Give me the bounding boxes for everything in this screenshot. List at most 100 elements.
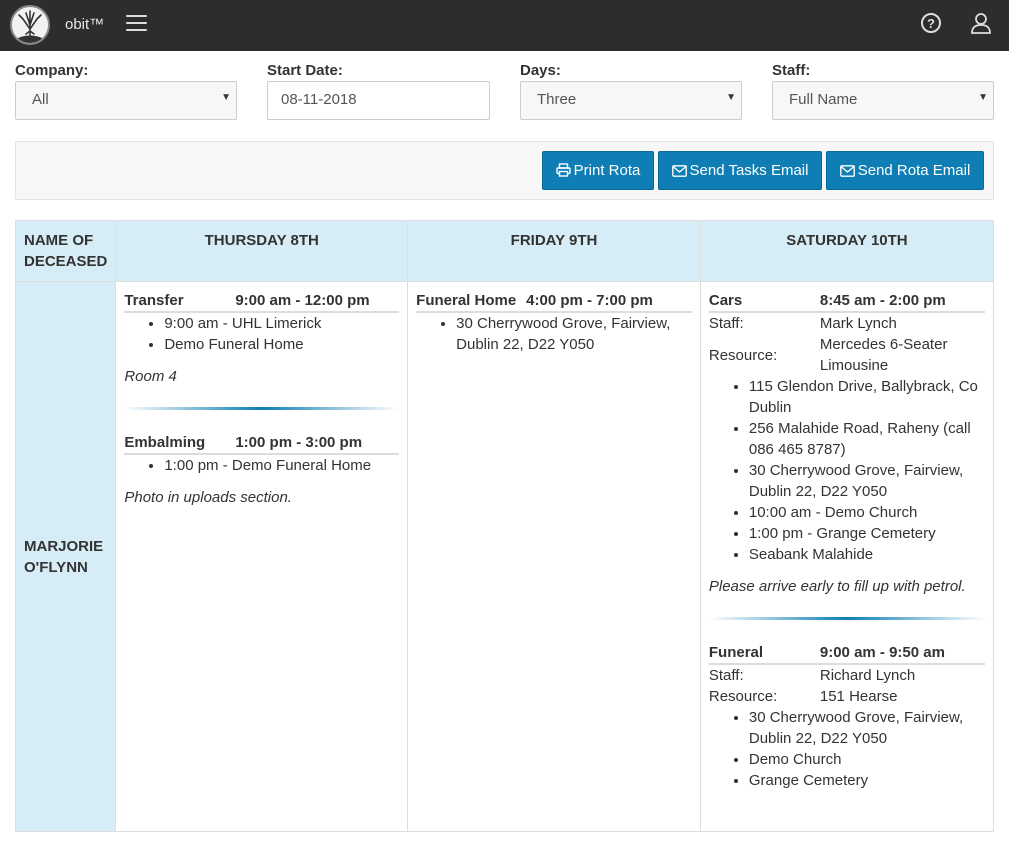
send-rota-email-label: Send Rota Email [857,162,971,179]
days-select[interactable]: Three ▼ [520,81,742,120]
staff-key: Staff: [708,315,744,332]
list-item: Grange Cemetery [749,770,985,791]
staff-value: Full Name [789,91,858,108]
list-item: 115 Glendon Drive, Ballybrack, Co Dublin [749,376,985,418]
user-icon[interactable] [970,12,992,34]
chevron-down-icon: ▼ [221,92,231,103]
days-filter: Days: Three ▼ [520,62,742,120]
task-block[interactable]: Funeral Home 4:00 pm - 7:00 pm 30 Cherry… [416,290,692,355]
staff-select[interactable]: Full Name ▼ [772,81,994,120]
list-item: 30 Cherrywood Grove, Fairview, Dublin 22… [456,313,692,355]
staff-row: Staff: Mark Lynch [709,313,985,334]
task-block[interactable]: Funeral 9:00 am - 9:50 am Staff: Richard… [708,642,985,791]
resource-key: Resource: [708,688,778,705]
staff-value: Richard Lynch [819,667,916,684]
start-date-input[interactable]: 08-11-2018 [267,81,490,120]
help-icon[interactable]: ? [920,12,942,34]
company-filter: Company: All ▼ [15,62,237,120]
list-item: 256 Malahide Road, Raheny (call 086 465 … [749,418,985,460]
top-navbar: obit™ ? [0,0,1009,51]
task-header: Transfer 9:00 am - 12:00 pm [124,290,400,313]
list-item: 1:00 pm - Demo Funeral Home [164,455,399,476]
resource-row: Resource: 151 Hearse [709,686,985,707]
list-item: Demo Church [749,749,985,770]
staff-value: Mark Lynch [819,315,897,332]
list-item: 30 Cherrywood Grove, Fairview, Dublin 22… [749,707,985,749]
task-time: 9:00 am - 12:00 pm [235,292,370,309]
svg-text:?: ? [927,16,935,31]
send-tasks-email-button[interactable]: Send Tasks Email [658,151,822,190]
task-note: Photo in uploads section. [124,489,292,506]
staff-key: Staff: [708,667,744,684]
stop-list: 9:00 am - UHL Limerick Demo Funeral Home [164,313,399,355]
staff-row: Staff: Richard Lynch [709,665,985,686]
stop-list: 115 Glendon Drive, Ballybrack, Co Dublin… [749,376,985,565]
column-header-name: NAME OF DECEASED [14,220,117,282]
task-block[interactable]: Cars 8:45 am - 2:00 pm Staff: Mark Lynch… [708,290,985,597]
start-date-value: 08-11-2018 [281,91,357,108]
task-name: Funeral Home [416,292,517,309]
days-label: Days: [520,62,561,79]
column-header-day: FRIDAY 9TH [407,220,701,282]
task-block[interactable]: Embalming 1:00 pm - 3:00 pm 1:00 pm - De… [124,432,400,508]
days-value: Three [537,91,577,108]
task-name: Cars [708,292,743,309]
task-time: 9:00 am - 9:50 am [819,644,945,661]
list-item: 1:00 pm - Grange Cemetery [749,523,985,544]
task-header: Cars 8:45 am - 2:00 pm [708,290,985,313]
task-name: Transfer [124,292,184,309]
printer-icon [555,163,571,177]
print-rota-button[interactable]: Print Rota [542,151,654,190]
envelope-icon [839,165,855,177]
day-cell-saturday: Cars 8:45 am - 2:00 pm Staff: Mark Lynch… [699,281,995,832]
company-value: All [32,91,49,108]
app-brand[interactable]: obit™ [65,16,104,33]
resource-value: 151 Hearse [819,688,898,705]
resource-row: Resource: Mercedes 6-Seater Limousine [709,334,985,376]
task-header: Funeral 9:00 am - 9:50 am [708,642,985,665]
start-date-filter: Start Date: 08-11-2018 [267,62,490,120]
task-time: 1:00 pm - 3:00 pm [235,434,363,451]
task-time: 4:00 pm - 7:00 pm [526,292,653,309]
company-select[interactable]: All ▼ [15,81,237,120]
day-cell-friday: Funeral Home 4:00 pm - 7:00 pm 30 Cherry… [407,281,701,832]
envelope-icon [671,165,687,177]
staff-label: Staff: [772,62,811,79]
chevron-down-icon: ▼ [978,92,988,103]
table-header-row: NAME OF DECEASED THURSDAY 8TH FRIDAY 9TH… [14,220,995,282]
task-header: Funeral Home 4:00 pm - 7:00 pm [416,290,692,313]
task-header: Embalming 1:00 pm - 3:00 pm [124,432,400,455]
list-item: 30 Cherrywood Grove, Fairview, Dublin 22… [749,460,985,502]
column-header-day: THURSDAY 8TH [115,220,409,282]
chevron-down-icon: ▼ [726,92,736,103]
list-item: Seabank Malahide [749,544,985,565]
task-divider [124,407,400,410]
task-note: Please arrive early to fill up with petr… [708,578,966,595]
print-rota-label: Print Rota [573,162,641,179]
resource-value: Mercedes 6-Seater Limousine [819,336,948,374]
staff-filter: Staff: Full Name ▼ [772,62,994,120]
column-header-day: SATURDAY 10TH [699,220,995,282]
tree-logo-icon[interactable] [10,5,50,45]
start-date-label: Start Date: [267,62,343,79]
send-rota-email-button[interactable]: Send Rota Email [826,151,984,190]
task-time: 8:45 am - 2:00 pm [819,292,946,309]
list-item: Demo Funeral Home [164,334,399,355]
task-block[interactable]: Transfer 9:00 am - 12:00 pm 9:00 am - UH… [124,290,400,387]
company-label: Company: [15,62,89,79]
table-row: MARJORIE O'FLYNN Transfer 9:00 am - 12:0… [14,281,995,832]
send-tasks-email-label: Send Tasks Email [689,162,809,179]
list-item: 10:00 am - Demo Church [749,502,985,523]
hamburger-menu-icon[interactable] [126,15,147,33]
task-note: Room 4 [124,368,177,385]
deceased-name[interactable]: MARJORIE O'FLYNN [14,281,117,832]
rota-table: NAME OF DECEASED THURSDAY 8TH FRIDAY 9TH… [14,220,995,832]
stop-list: 30 Cherrywood Grove, Fairview, Dublin 22… [749,707,985,791]
list-item: 9:00 am - UHL Limerick [164,313,399,334]
task-name: Funeral [708,644,764,661]
stop-list: 30 Cherrywood Grove, Fairview, Dublin 22… [456,313,692,355]
resource-key: Resource: [708,346,778,364]
day-cell-thursday: Transfer 9:00 am - 12:00 pm 9:00 am - UH… [115,281,409,832]
stop-list: 1:00 pm - Demo Funeral Home [164,455,399,476]
task-name: Embalming [124,434,206,451]
